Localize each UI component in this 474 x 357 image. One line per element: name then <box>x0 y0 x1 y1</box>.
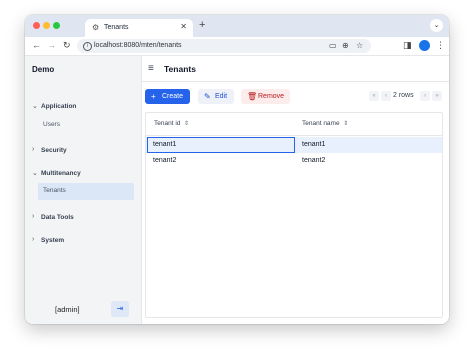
sidebar-section-application[interactable]: Application <box>41 103 76 110</box>
main-content: ≡ Tenants + Create ✎ Edit 🗑 Remove « ‹ 2… <box>142 56 449 324</box>
site-info-icon[interactable]: i <box>83 42 92 51</box>
url-text[interactable]: localhost:8080/mten/tenants <box>94 42 182 49</box>
browser-window: ⚙ Tenants ✕ + ⌄ ← → ↻ i localhost:8080/m… <box>25 15 449 324</box>
edit-button-label: Edit <box>215 93 228 100</box>
logout-icon[interactable]: ⇥ <box>111 301 129 317</box>
zoom-icon[interactable]: ⊕ <box>342 41 349 50</box>
first-page-icon[interactable]: « <box>369 91 379 101</box>
prev-page-icon[interactable]: ‹ <box>381 91 391 101</box>
tab-favicon: ⚙ <box>92 23 100 32</box>
browser-toolbar: ← → ↻ i localhost:8080/mten/tenants ▭ ⊕ … <box>25 37 449 56</box>
remove-button-label: Remove <box>258 93 285 100</box>
close-window-dot[interactable] <box>33 22 40 29</box>
sort-icon[interactable]: ⇕ <box>182 121 189 127</box>
chevron-right-icon[interactable]: › <box>32 236 34 243</box>
table-cell[interactable]: tenant2 <box>302 157 325 164</box>
new-tab-button[interactable]: + <box>199 19 205 31</box>
sidebar-item-tenants[interactable]: Tenants <box>43 187 66 194</box>
current-user: [admin] <box>55 305 80 314</box>
sort-icon[interactable]: ⇕ <box>341 121 348 127</box>
last-page-icon[interactable]: » <box>432 91 442 101</box>
profile-icon[interactable] <box>419 40 430 51</box>
bookmark-star-icon[interactable]: ☆ <box>356 41 363 50</box>
sidebar-section-data-tools[interactable]: Data Tools <box>41 214 74 221</box>
sidebar-item-users[interactable]: Users <box>43 121 60 128</box>
column-header-tenant-name[interactable]: Tenant name ⇕ <box>302 113 348 135</box>
hamburger-icon[interactable]: ≡ <box>148 63 154 74</box>
back-icon[interactable]: ← <box>32 40 41 51</box>
table-cell[interactable]: tenant1 <box>302 141 325 148</box>
sidebar-section-multitenancy[interactable]: Multitenancy <box>41 170 81 177</box>
sidebar-section-security[interactable]: Security <box>41 147 67 154</box>
plus-icon: + <box>151 92 156 101</box>
zoom-window-dot[interactable] <box>53 22 60 29</box>
cast-icon[interactable]: ▭ <box>329 41 337 50</box>
chevron-right-icon[interactable]: › <box>32 213 34 220</box>
close-tab-icon[interactable]: ✕ <box>180 22 187 31</box>
column-label: Tenant name <box>302 120 340 127</box>
menu-kebab-icon[interactable]: ⋮ <box>436 40 445 51</box>
trash-icon: 🗑 <box>247 92 258 101</box>
rows-count: 2 rows <box>393 92 414 99</box>
chevron-right-icon[interactable]: › <box>32 146 34 153</box>
header-divider <box>146 135 442 136</box>
column-label: Tenant id <box>154 120 181 127</box>
minimize-window-dot[interactable] <box>43 22 50 29</box>
edit-button[interactable]: ✎ Edit <box>198 89 234 104</box>
column-header-tenant-id[interactable]: Tenant id ⇕ <box>154 113 189 135</box>
forward-icon[interactable]: → <box>47 40 56 51</box>
address-bar[interactable]: i localhost:8080/mten/tenants ▭ ⊕ ☆ <box>77 39 371 53</box>
next-page-icon[interactable]: › <box>420 91 430 101</box>
table-cell[interactable]: tenant2 <box>153 157 176 164</box>
create-button-label: Create <box>162 93 184 100</box>
tenants-table: Tenant id ⇕ Tenant name ⇕ tenant1 tenant… <box>145 112 443 318</box>
browser-tab[interactable]: ⚙ Tenants ✕ <box>85 19 193 37</box>
app-brand: Demo <box>32 65 55 74</box>
create-button[interactable]: + Create <box>145 89 190 104</box>
header-divider <box>142 81 449 82</box>
pencil-icon: ✎ <box>204 92 211 101</box>
page-title: Tenants <box>164 64 196 74</box>
sidebar-section-system[interactable]: System <box>41 237 64 244</box>
reload-icon[interactable]: ↻ <box>63 40 71 51</box>
sidepanel-icon[interactable]: ◨ <box>403 40 412 51</box>
remove-button[interactable]: 🗑 Remove <box>241 89 290 104</box>
sidebar: Demo ⌄ Application Users › Security ⌄ Mu… <box>25 56 142 324</box>
chevron-down-icon[interactable]: ⌄ <box>32 102 38 110</box>
tab-title: Tenants <box>104 24 129 31</box>
tab-search-icon[interactable]: ⌄ <box>430 19 443 32</box>
chevron-down-icon[interactable]: ⌄ <box>32 169 38 177</box>
table-cell[interactable]: tenant1 <box>153 141 176 148</box>
tab-strip: ⚙ Tenants ✕ + ⌄ <box>25 15 449 37</box>
